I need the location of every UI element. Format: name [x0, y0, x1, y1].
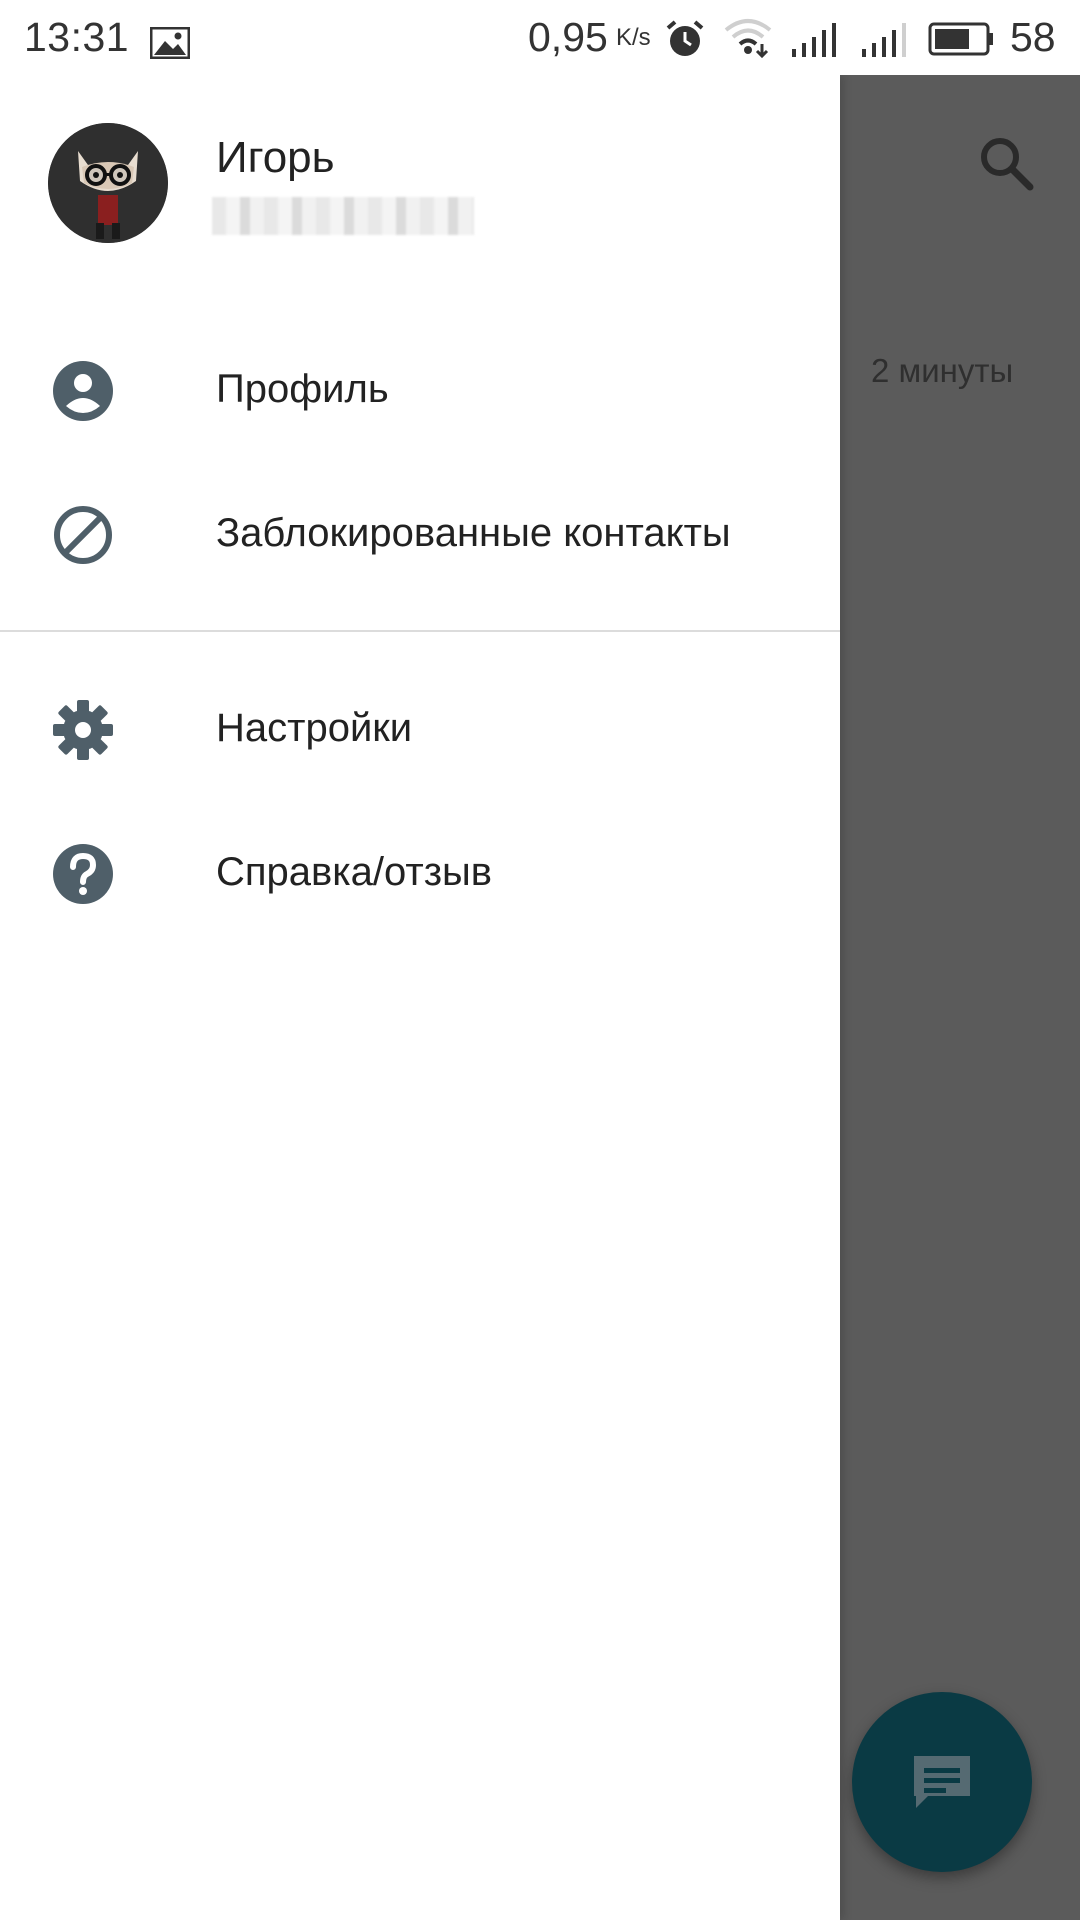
navigation-drawer: Игорь Профиль Заблокированные контакты Н… [0, 75, 840, 1920]
wifi-icon [724, 18, 772, 68]
menu-item-label: Заблокированные контакты [216, 511, 731, 555]
menu-item-blocked-contacts[interactable]: Заблокированные контакты [0, 463, 840, 607]
status-time: 13:31 [24, 14, 130, 60]
menu-item-profile[interactable]: Профиль [0, 319, 840, 463]
avatar[interactable] [48, 123, 168, 243]
user-name: Игорь [216, 133, 335, 182]
menu-item-label: Настройки [216, 706, 413, 750]
chat-timestamp: 2 минуты [871, 352, 1014, 389]
network-speed-unit: K/s [616, 24, 651, 51]
profile-icon [52, 360, 114, 422]
menu-item-settings[interactable]: Настройки [0, 658, 840, 802]
signal-icon [790, 20, 842, 67]
alarm-icon [664, 18, 706, 70]
battery-icon [928, 20, 994, 67]
block-icon [52, 504, 114, 566]
menu-divider [0, 630, 840, 632]
search-icon[interactable] [976, 133, 1036, 198]
signal-icon [860, 20, 912, 67]
battery-level: 58 [1010, 14, 1056, 60]
screen: 13:31 0,95 K/s 58 2 минуты Игорь Профиль… [0, 0, 1080, 1920]
chat-icon [914, 1756, 970, 1808]
menu-item-label: Профиль [216, 367, 389, 411]
gear-icon [52, 699, 114, 761]
gallery-icon [149, 22, 191, 69]
help-icon [52, 843, 114, 905]
menu-item-help-feedback[interactable]: Справка/отзыв [0, 802, 840, 946]
new-chat-button[interactable] [852, 1692, 1032, 1872]
user-phone-redacted [212, 197, 474, 235]
menu-item-label: Справка/отзыв [216, 850, 493, 894]
network-speed: 0,95 [528, 14, 608, 60]
status-bar: 13:31 0,95 K/s 58 [0, 0, 1080, 75]
